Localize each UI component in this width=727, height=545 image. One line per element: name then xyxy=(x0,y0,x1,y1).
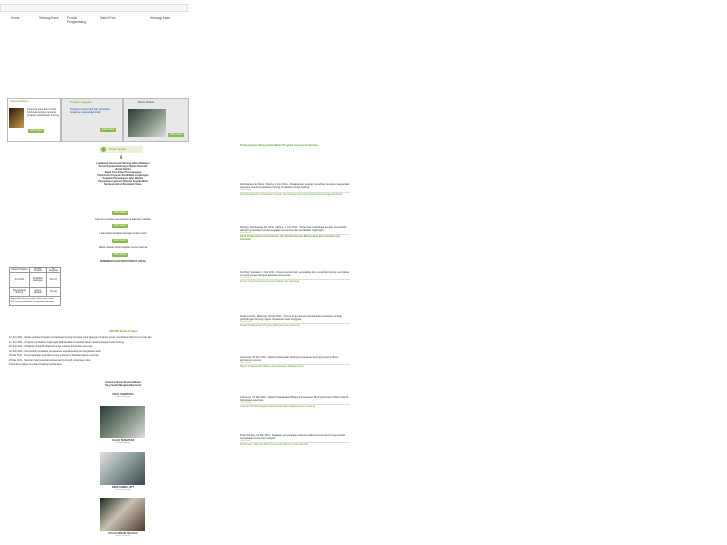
featured-box-3-button[interactable]: lebih lanjut xyxy=(168,133,185,137)
nav-products[interactable]: Produk Pengembang xyxy=(67,16,89,24)
table-cell: 60 org xyxy=(45,287,62,297)
featured-box-2-button[interactable]: lebih lanjut xyxy=(100,128,117,132)
update-item: 05 Juni 2011 - Pelatihan fotografi satwa… xyxy=(9,345,93,348)
table-row: Juni 2011 Pelatihan lapangan 60 org xyxy=(9,272,62,288)
gallery-sub: Lokasi Kegiatan xyxy=(115,442,131,444)
project-update-badge: Project Update xyxy=(99,146,143,153)
news-title[interactable]: Rapat Pelaksanaan Bidang Pemantauan Wila… xyxy=(240,363,350,368)
center-button-2[interactable]: lebih lanjut xyxy=(112,224,129,228)
table-cell: Juni 2011 xyxy=(9,272,30,288)
update-item: 12 Juni 2011 - Rapat evaluasi program pe… xyxy=(9,336,153,339)
news-title[interactable]: Pemberdayaan Masyarakat Dalam Program Ko… xyxy=(240,144,350,147)
table-row: Pemantauan Burung Survei lanjutan 60 org xyxy=(9,287,62,297)
nav-gallery[interactable]: Galeri Foto xyxy=(100,16,116,20)
update-item: 28 Mei 2011 - Survei lapangan populasi b… xyxy=(9,354,99,357)
news-title[interactable]: Forum Kerja Sama Konservasi Sabah dan Sa… xyxy=(240,279,350,283)
featured-box-1: Selamat Datang Kunjungi situs kami untuk… xyxy=(7,98,61,142)
gallery-sub: Lokasi Kegiatan xyxy=(115,396,131,398)
table-cell: Survei lanjutan xyxy=(28,287,47,297)
news-title[interactable]: Rapat Pelaksanaan Program Bersama Kement… xyxy=(240,323,350,327)
gallery-photo-2[interactable] xyxy=(100,452,145,485)
gallery-photo-3[interactable] xyxy=(100,498,145,531)
featured-box-1-text: Kunjungi situs kami untuk informasi terb… xyxy=(27,108,59,118)
table-cell: Pemantauan Burung xyxy=(9,287,30,297)
project-update-label: Project Update xyxy=(109,148,127,151)
table-note: Ada pelaksanaan program konservasi tahun… xyxy=(9,297,61,307)
featured-box-1-title: Selamat Datang xyxy=(10,100,29,103)
news-title[interactable]: Laporan Pemberdayaan Masyarakat Desa Sek… xyxy=(240,403,350,408)
nav-about[interactable]: Tentang Kami xyxy=(39,16,59,20)
center-section-caption: PEMBERDAYAAN MASYARAKAT LOKAL xyxy=(99,260,147,263)
table-cell: 60 org xyxy=(45,272,62,288)
nav-home[interactable]: Home xyxy=(11,16,20,20)
center-line-3[interactable]: Lihat jadwal kegiatan lapangan terbaru k… xyxy=(40,232,206,235)
table-cell: Pelatihan lapangan xyxy=(28,272,47,288)
updates-title: UPDATE Berita Terbaru xyxy=(108,330,138,333)
center-line-4[interactable]: Daftar relawan untuk kegiatan survei nas… xyxy=(40,246,206,249)
gallery-subtitle: Yang Sudah Menghasilkan Hasil xyxy=(104,384,142,387)
group-photo xyxy=(128,109,166,137)
news-title[interactable]: Pertemuan Tahunan Mitra Konservasi Burun… xyxy=(240,441,350,446)
featured-box-2-title: Program Unggulan xyxy=(70,101,92,104)
news-more-link[interactable]: Lihat Berita xyxy=(240,189,350,191)
featured-box-1-button[interactable]: lebih lanjut xyxy=(28,129,45,133)
featured-box-2: Program Unggulan Program konservasi dan … xyxy=(61,98,123,142)
news-title[interactable]: Pembudidayaan di Kawasan Pesisir, Zamboa… xyxy=(240,192,350,196)
center-button-1[interactable]: lebih lanjut xyxy=(112,211,129,215)
update-item: 25 Mei 2011 - Seminar hasil penelitian k… xyxy=(9,358,91,362)
nav-contact[interactable]: Hubungi Kami xyxy=(150,16,170,20)
update-item: 03 Juni 2011 - Penyerahan peralatan pema… xyxy=(9,349,102,353)
center-link-8[interactable]: Berita pindah di Bookmark Video xyxy=(40,183,206,186)
featured-box-3: Berita Terbaru lebih lanjut xyxy=(123,98,189,142)
center-line-2[interactable]: Laporan tersedia untuk diunduh di halama… xyxy=(40,218,206,221)
gallery-sub: Lokasi Kegiatan xyxy=(115,489,131,491)
update-item: 10 Juni 2011 - Program pendidikan lingku… xyxy=(9,340,125,344)
gallery-photo-1[interactable] xyxy=(100,406,145,438)
news-list: Pemberdayaan Masyarakat Dalam Program Ko… xyxy=(240,144,350,446)
featured-box-2-text: Program konservasi dan penelitian bersam… xyxy=(70,108,110,115)
program-table: Status Program Jumlah Peserta Per Kegiat… xyxy=(9,267,62,307)
updates-footnote: Informasi lengkap tersedia di halaman be… xyxy=(9,363,62,366)
center-button-4[interactable]: lebih lanjut xyxy=(112,253,129,257)
gallery-sub: Lokasi Kegiatan xyxy=(115,535,131,537)
center-button-3[interactable]: lebih lanjut xyxy=(112,239,129,243)
arrow-down-icon: ⬇ xyxy=(119,155,124,161)
owl-photo xyxy=(9,108,24,128)
top-search-bar[interactable] xyxy=(0,4,188,12)
globe-icon xyxy=(101,147,106,152)
featured-box-3-title: Berita Terbaru xyxy=(138,101,155,104)
news-title[interactable]: Hasil Pelaksanaan Pemantauan dan Pemberd… xyxy=(240,234,350,241)
